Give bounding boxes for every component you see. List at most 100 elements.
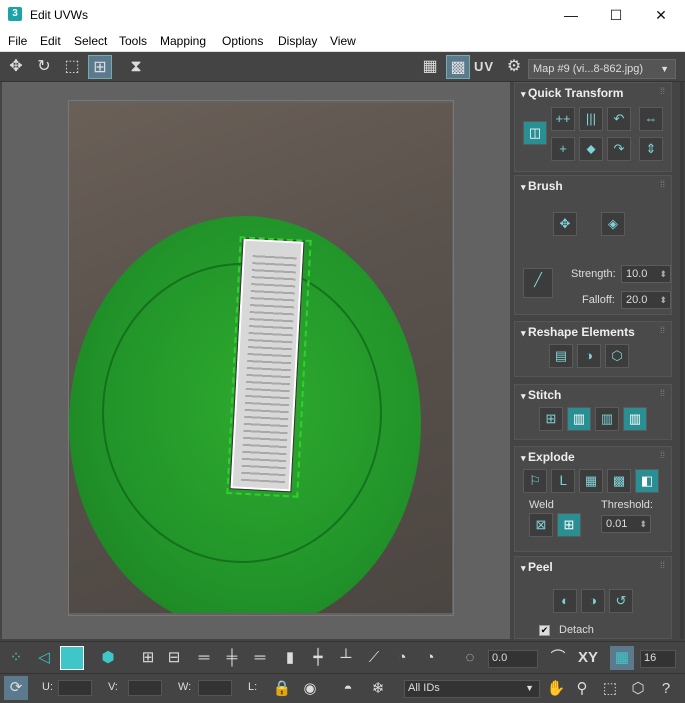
quick-planar-icon[interactable]: ◫ xyxy=(523,121,547,145)
minimize-button[interactable]: — xyxy=(548,0,594,30)
menu-display[interactable]: Display xyxy=(278,34,317,48)
material-id-select[interactable]: All IDs ▼ xyxy=(404,680,540,698)
hide-icon[interactable]: ◉ xyxy=(298,677,322,701)
curve-icon[interactable]: ⌒ xyxy=(546,646,570,670)
quick-peel-icon[interactable]: ◐ xyxy=(553,589,577,613)
zoom-extents-icon[interactable]: ⬡ xyxy=(626,677,650,701)
strength-spinner[interactable]: 10.0 xyxy=(621,265,671,283)
move-icon[interactable]: ✥ xyxy=(4,55,28,79)
flatten-by-smoothing-icon[interactable]: ᒪ xyxy=(551,469,575,493)
rollout-title[interactable]: Stitch xyxy=(521,388,561,402)
align-horizontal-icon[interactable]: ++ xyxy=(551,107,575,131)
rollout-title[interactable]: Reshape Elements xyxy=(521,325,635,339)
freeform-icon[interactable]: ⊞ xyxy=(88,55,112,79)
shrink-ring-icon[interactable]: ┴ xyxy=(334,646,358,670)
xy-toggle[interactable]: XY xyxy=(574,646,602,670)
edge-mode-icon[interactable]: ◁ xyxy=(32,646,56,670)
rollout-title[interactable]: Quick Transform xyxy=(521,86,623,100)
polygon-mode-icon[interactable] xyxy=(60,646,84,670)
checker-icon[interactable]: ▦ xyxy=(418,55,442,79)
maximize-button[interactable]: ☐ xyxy=(593,0,639,30)
stitch-custom-icon[interactable]: ⊞ xyxy=(539,407,563,431)
menu-tools[interactable]: Tools xyxy=(119,34,147,48)
rotate-cw-icon[interactable]: ↷ xyxy=(607,137,631,161)
reset-peel-icon[interactable]: ↺ xyxy=(609,589,633,613)
menu-view[interactable]: View xyxy=(330,34,356,48)
coordinate-mode-icon[interactable]: ⟳ xyxy=(4,676,28,700)
zoom-region-icon[interactable]: ⬚ xyxy=(598,677,622,701)
align-vertical-icon[interactable]: ||| xyxy=(579,107,603,131)
grip-icon[interactable]: ⁞⁞ xyxy=(660,86,665,96)
detach-checkbox[interactable]: ✔ xyxy=(539,625,550,636)
shrink-selection-icon[interactable]: ⊟ xyxy=(162,646,186,670)
grow-loop-icon[interactable]: ╪ xyxy=(220,646,244,670)
rollout-title[interactable]: Brush xyxy=(521,179,563,193)
flatten-icon[interactable]: ▩ xyxy=(607,469,631,493)
falloff-spinner[interactable]: 20.0 xyxy=(621,291,671,309)
texture-settings-icon[interactable]: ⚙ xyxy=(502,55,526,79)
rotate-angle-input[interactable]: 0.0 xyxy=(488,650,538,668)
rotate-ccw-icon[interactable]: ↶ xyxy=(607,107,631,131)
w-field[interactable] xyxy=(198,680,232,696)
eye-icon[interactable]: ◓ xyxy=(336,677,360,701)
paint-move-icon[interactable]: ✥ xyxy=(553,212,577,236)
mirror-icon[interactable]: ⧗ xyxy=(124,55,148,79)
stitch-to-target-icon[interactable]: ▥ xyxy=(623,407,647,431)
grip-icon[interactable]: ⁞⁞ xyxy=(660,450,665,460)
flip-vertical-icon[interactable]: ⇕ xyxy=(639,137,663,161)
stack-icon[interactable]: ⬡ xyxy=(605,344,629,368)
zoom-icon[interactable]: ⚲ xyxy=(570,677,594,701)
grip-icon[interactable]: ⁞⁞ xyxy=(660,179,665,189)
pan-icon[interactable]: ✋ xyxy=(544,677,568,701)
paint-grow-icon[interactable]: ◔ xyxy=(390,646,414,670)
help-icon[interactable]: ? xyxy=(654,677,678,701)
peel-mode-icon[interactable]: ◑ xyxy=(581,589,605,613)
v-field[interactable] xyxy=(128,680,162,696)
weld-target-icon[interactable]: ⊞ xyxy=(557,513,581,537)
spacing-icon[interactable]: ⬥ xyxy=(579,137,603,161)
paint-select-icon[interactable]: ⟋ xyxy=(362,646,386,670)
show-map-icon[interactable]: ▩ xyxy=(446,55,470,79)
grip-icon[interactable]: ⁞⁞ xyxy=(660,560,665,570)
menu-file[interactable]: File xyxy=(8,34,27,48)
rotate-angle-icon[interactable]: ◌ xyxy=(458,646,482,670)
detach-icon[interactable]: ◧ xyxy=(635,469,659,493)
relax-icon[interactable]: ◑ xyxy=(577,344,601,368)
stitch-average-icon[interactable]: ▥ xyxy=(595,407,619,431)
rollout-title[interactable]: Explode xyxy=(521,450,575,464)
align-to-edge-icon[interactable]: + xyxy=(551,137,575,161)
grip-icon[interactable]: ⁞⁞ xyxy=(660,388,665,398)
grow-selection-icon[interactable]: ⊞ xyxy=(136,646,160,670)
loop-icon[interactable]: ═ xyxy=(192,646,216,670)
menu-select[interactable]: Select xyxy=(74,34,107,48)
ring-icon[interactable]: ═ xyxy=(248,646,272,670)
relax-brush-icon[interactable]: ◈ xyxy=(601,212,625,236)
weld-selected-icon[interactable]: ⊠ xyxy=(529,513,553,537)
menu-edit[interactable]: Edit xyxy=(40,34,61,48)
flip-horizontal-icon[interactable]: ⇔ xyxy=(639,107,663,131)
menu-mapping[interactable]: Mapping xyxy=(160,34,206,48)
grid-snap-icon[interactable]: ▦ xyxy=(610,646,634,670)
map-select[interactable]: Map #9 (vi...8-862.jpg) ▼ xyxy=(528,59,676,79)
u-field[interactable] xyxy=(58,680,92,696)
break-icon[interactable]: ⚐ xyxy=(523,469,547,493)
threshold-spinner[interactable]: 0.01 xyxy=(601,515,651,533)
element-mode-icon[interactable]: ⬢ xyxy=(96,646,120,670)
falloff-curve-icon[interactable]: ╱ xyxy=(523,268,553,298)
stitch-to-source-icon[interactable]: ▥ xyxy=(567,407,591,431)
flatten-by-material-icon[interactable]: ▦ xyxy=(579,469,603,493)
grid-size-input[interactable]: 16 xyxy=(640,650,676,668)
freeze-icon[interactable]: ❄ xyxy=(366,677,390,701)
lock-icon[interactable]: 🔒 xyxy=(270,677,294,701)
panel-scrollbar[interactable] xyxy=(680,82,684,639)
grow-ring-icon[interactable]: ┿ xyxy=(306,646,330,670)
menu-options[interactable]: Options xyxy=(222,34,263,48)
grip-icon[interactable]: ⁞⁞ xyxy=(660,325,665,335)
straighten-icon[interactable]: ▤ xyxy=(549,344,573,368)
scale-icon[interactable]: ⬚ xyxy=(60,55,84,79)
vertex-mode-icon[interactable]: ⁘ xyxy=(4,646,28,670)
rotate-icon[interactable]: ↻ xyxy=(32,55,56,79)
close-button[interactable]: ✕ xyxy=(638,0,684,30)
uv-label[interactable]: UV xyxy=(474,59,494,74)
paint-shrink-icon[interactable]: ◔ xyxy=(418,646,442,670)
